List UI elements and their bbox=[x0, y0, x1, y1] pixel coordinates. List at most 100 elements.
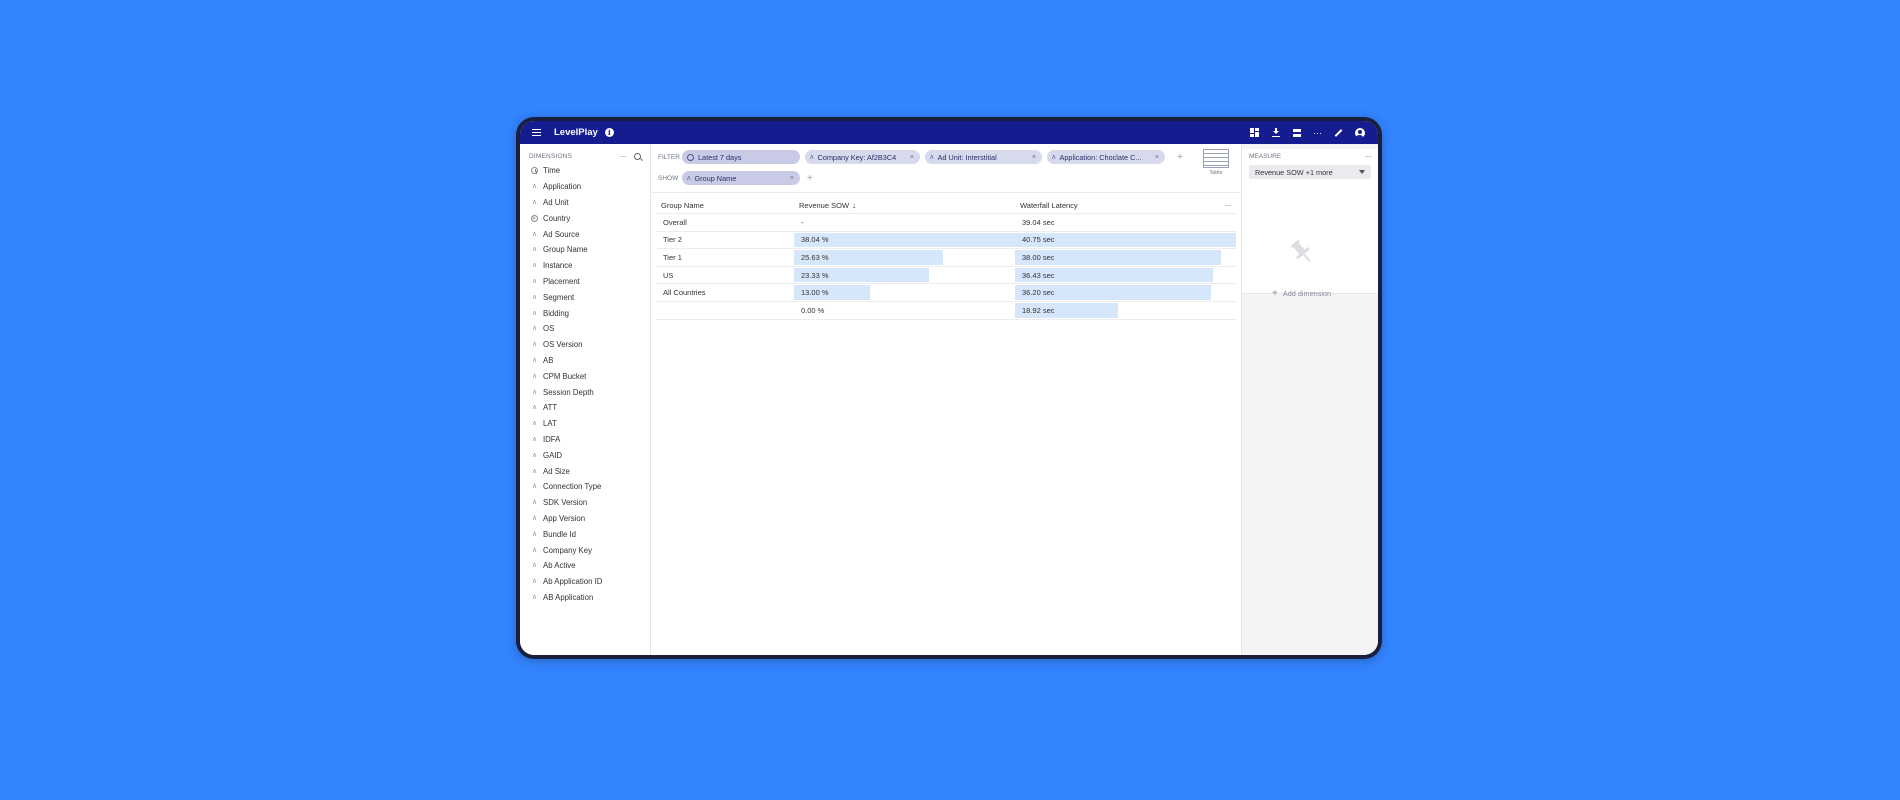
close-icon[interactable]: × bbox=[786, 175, 794, 182]
string-icon: ʌ bbox=[810, 153, 814, 161]
string-icon: ʌ bbox=[532, 499, 537, 507]
visualization-label: Table bbox=[1209, 170, 1223, 176]
column-header-label: Waterfall Latency bbox=[1020, 200, 1078, 210]
dimension-item-company-key[interactable]: ʌ Company Key bbox=[520, 542, 650, 558]
visualization-selector[interactable]: Table bbox=[1201, 149, 1231, 181]
info-icon[interactable]: i bbox=[604, 128, 614, 137]
cell-group-name: Tier 2 bbox=[656, 232, 794, 249]
measure-more-icon[interactable]: ··· bbox=[1365, 152, 1372, 161]
dimension-item-os-version[interactable]: ʌ OS Version bbox=[520, 337, 650, 353]
cell-text: 39.04 sec bbox=[1022, 217, 1055, 227]
dimension-item-sdk-version[interactable]: ʌ SDK Version bbox=[520, 495, 650, 511]
cell-text: - bbox=[801, 217, 804, 227]
dimension-item-session-depth[interactable]: ʌ Session Depth bbox=[520, 384, 650, 400]
dimensions-more-icon[interactable]: ··· bbox=[620, 152, 627, 161]
clock-icon bbox=[530, 167, 539, 175]
dimension-label: SDK Version bbox=[543, 498, 588, 508]
dimension-item-idfa[interactable]: ʌ IDFA bbox=[520, 432, 650, 448]
close-icon[interactable]: × bbox=[1151, 154, 1159, 161]
dimension-item-cpm-bucket[interactable]: ʌ CPM Bucket bbox=[520, 368, 650, 384]
measure-dropdown[interactable]: Revenue SOW +1 more bbox=[1249, 165, 1371, 179]
filter-pill-label: Latest 7 days bbox=[698, 152, 742, 162]
dimension-item-ab-application-id[interactable]: ʌ Ab Application ID bbox=[520, 574, 650, 590]
dimension-label: Segment bbox=[543, 292, 575, 302]
dimension-label: Ad Size bbox=[543, 466, 570, 476]
dimension-item-att[interactable]: ʌ ATT bbox=[520, 400, 650, 416]
column-header-waterfall-latency[interactable]: Waterfall Latency ··· bbox=[1015, 197, 1236, 213]
dimension-item-lat[interactable]: ʌ LAT bbox=[520, 416, 650, 432]
dimension-item-placement[interactable]: ʌ Placement bbox=[520, 274, 650, 290]
dimension-item-ab-application[interactable]: ʌ AB Application bbox=[520, 590, 650, 606]
string-icon: ʌ bbox=[532, 230, 537, 238]
measure-section: MEASURE ··· Revenue SOW +1 more bbox=[1242, 149, 1378, 294]
dimension-label: Placement bbox=[543, 276, 580, 286]
dimensions-title: DIMENSIONS bbox=[529, 152, 573, 160]
filter-pill-application[interactable]: ʌ Application: Choclate C... × bbox=[1047, 150, 1165, 164]
dimension-item-time[interactable]: Time bbox=[520, 163, 650, 179]
table-row[interactable]: 0.00 % 18.92 sec bbox=[656, 302, 1236, 320]
cell-text: Tier 1 bbox=[663, 252, 682, 262]
string-icon: ʌ bbox=[532, 435, 537, 443]
dimension-label: Time bbox=[543, 166, 561, 176]
add-filter-button[interactable]: + bbox=[1177, 152, 1183, 163]
close-icon[interactable]: × bbox=[906, 154, 914, 161]
dimension-item-connection-type[interactable]: ʌ Connection Type bbox=[520, 479, 650, 495]
cell-waterfall-latency: 18.92 sec bbox=[1015, 302, 1236, 319]
account-icon[interactable] bbox=[1349, 121, 1370, 144]
close-icon[interactable]: × bbox=[1028, 154, 1036, 161]
dimension-label: Bundle Id bbox=[543, 529, 576, 539]
dimension-item-country[interactable]: Country bbox=[520, 210, 650, 226]
table-row[interactable]: Tier 1 25.63 % 38.00 sec bbox=[656, 249, 1236, 267]
measure-selected-value: Revenue SOW +1 more bbox=[1255, 167, 1333, 177]
more-icon[interactable]: ··· bbox=[1307, 121, 1328, 144]
divider bbox=[651, 192, 1241, 193]
dimension-label: Bidding bbox=[543, 308, 570, 318]
dimension-item-ad-source[interactable]: ʌ Ad Source bbox=[520, 226, 650, 242]
search-icon[interactable] bbox=[634, 152, 641, 160]
table-more-icon[interactable]: ··· bbox=[1225, 201, 1232, 210]
table-body: Overall -39.04 sec Tier 2 38.04 % 40.75 sec T… bbox=[656, 214, 1236, 320]
cell-waterfall-latency: 39.04 sec bbox=[1015, 214, 1236, 231]
table-row[interactable]: Tier 2 38.04 % 40.75 sec bbox=[656, 232, 1236, 250]
download-icon[interactable] bbox=[1265, 121, 1286, 144]
add-split-button[interactable]: + bbox=[807, 173, 813, 184]
column-header-revenue-sow[interactable]: Revenue SOW ↓ bbox=[794, 197, 1015, 213]
dimension-item-ad-size[interactable]: ʌ Ad Size bbox=[520, 463, 650, 479]
string-icon: ʌ bbox=[532, 578, 537, 586]
table-row[interactable]: US 23.33 % 36.43 sec bbox=[656, 267, 1236, 285]
dimension-item-ab-active[interactable]: ʌ Ab Active bbox=[520, 558, 650, 574]
stack-icon[interactable] bbox=[1286, 121, 1307, 144]
table-row[interactable]: Overall - 39.04 sec bbox=[656, 214, 1236, 232]
show-pill-group-name[interactable]: ʌ Group Name × bbox=[682, 171, 800, 185]
dimension-item-group-name[interactable]: ʌ Group Name bbox=[520, 242, 650, 258]
dashboard-icon[interactable] bbox=[1244, 121, 1265, 144]
dimension-item-application[interactable]: ʌ Application bbox=[520, 179, 650, 195]
dimension-item-ab[interactable]: ʌ AB bbox=[520, 353, 650, 369]
dimension-label: Instance bbox=[543, 261, 573, 271]
dimension-item-os[interactable]: ʌ OS bbox=[520, 321, 650, 337]
column-header-group-name[interactable]: Group Name bbox=[656, 197, 794, 213]
string-icon: ʌ bbox=[687, 174, 691, 182]
table-row[interactable]: All Countries 13.00 % 36.20 sec bbox=[656, 284, 1236, 302]
string-icon: ʌ bbox=[532, 388, 537, 396]
add-dimension-button[interactable]: + Add dimension bbox=[1272, 288, 1331, 299]
dimension-item-bundle-id[interactable]: ʌ Bundle Id bbox=[520, 526, 650, 542]
cell-text: 18.92 sec bbox=[1022, 305, 1055, 315]
filter-pill-time[interactable]: Latest 7 days bbox=[682, 150, 800, 164]
dimension-label: Ad Source bbox=[543, 229, 580, 239]
dimension-item-segment[interactable]: ʌ Segment bbox=[520, 289, 650, 305]
dimension-item-ad-unit[interactable]: ʌ Ad Unit bbox=[520, 195, 650, 211]
dimension-item-bidding[interactable]: ʌ Bidding bbox=[520, 305, 650, 321]
cell-text: 38.00 sec bbox=[1022, 252, 1055, 262]
filter-pill-ad-unit[interactable]: ʌ Ad Unit: Interstitial × bbox=[925, 150, 1042, 164]
menu-icon[interactable] bbox=[532, 129, 541, 136]
dimension-item-gaid[interactable]: ʌ GAID bbox=[520, 447, 650, 463]
dimension-label: LAT bbox=[543, 419, 557, 429]
string-icon: ʌ bbox=[532, 246, 537, 254]
edit-icon[interactable] bbox=[1328, 121, 1349, 144]
dimension-label: Session Depth bbox=[543, 387, 594, 397]
dimension-item-app-version[interactable]: ʌ App Version bbox=[520, 511, 650, 527]
filter-pill-company-key[interactable]: ʌ Company Key: Af2B3C4 × bbox=[805, 150, 920, 164]
dimension-item-instance[interactable]: ʌ Instance bbox=[520, 258, 650, 274]
cell-text: Tier 2 bbox=[663, 235, 682, 245]
